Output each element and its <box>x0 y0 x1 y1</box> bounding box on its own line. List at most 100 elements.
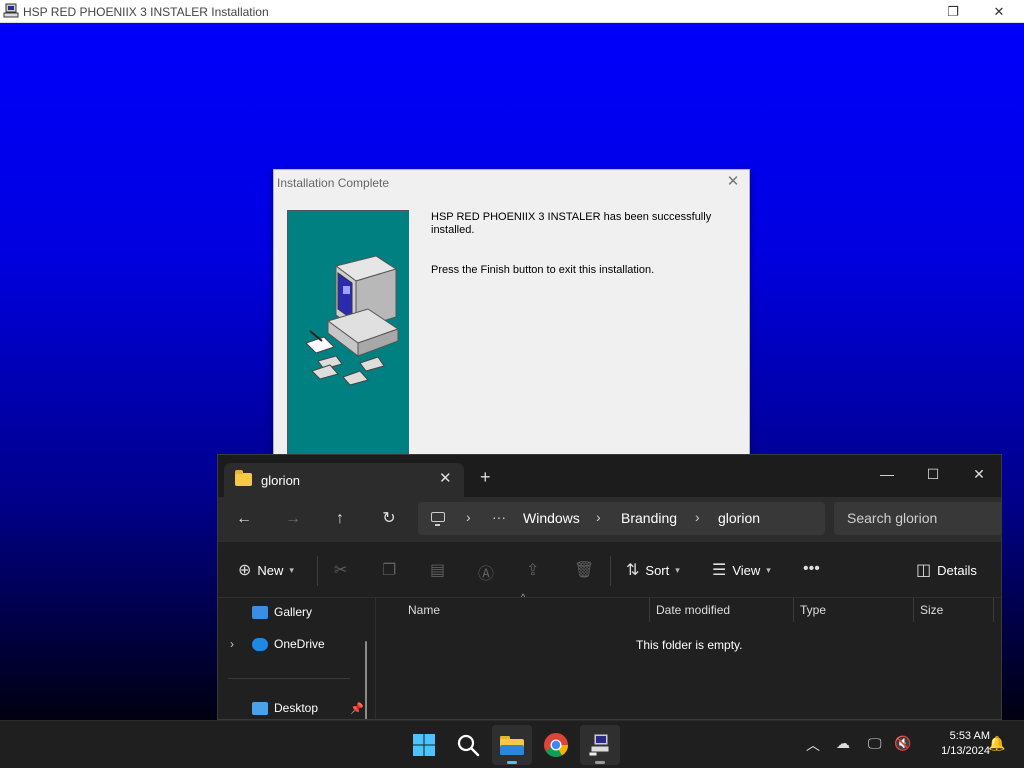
rename-button[interactable]: Ⓐ <box>478 560 494 584</box>
installer-taskbar-button[interactable] <box>580 725 620 765</box>
nav-item-onedrive[interactable]: OneDrive <box>252 637 325 651</box>
dialog-close-button[interactable]: ✕ <box>723 173 743 191</box>
paste-button[interactable]: ▤ <box>430 560 445 580</box>
column-divider[interactable] <box>793 598 794 622</box>
active-indicator <box>595 761 605 764</box>
address-bar[interactable]: › ··· Windows › Branding › glorion <box>418 502 825 535</box>
more-options-button[interactable]: ••• <box>803 560 820 578</box>
nav-item-desktop[interactable]: Desktop 📌 <box>252 701 364 715</box>
column-size[interactable]: Size <box>920 603 943 617</box>
column-type[interactable]: Type <box>800 603 826 617</box>
refresh-icon[interactable]: ↻ <box>377 507 401 531</box>
search-placeholder: Search glorion <box>847 510 938 526</box>
sort-icon: ⇅ <box>626 562 640 579</box>
nav-scrollbar[interactable] <box>365 641 367 719</box>
notification-bell-icon[interactable]: 🔔 <box>988 735 1005 752</box>
details-button[interactable]: ◫ Details <box>916 560 977 580</box>
breadcrumb-branding[interactable]: Branding <box>621 510 677 526</box>
network-icon[interactable]: 🖵 <box>868 735 882 752</box>
up-arrow-icon[interactable]: ↑ <box>328 507 352 531</box>
this-pc-icon <box>431 512 445 526</box>
nav-label-desktop: Desktop <box>274 701 319 715</box>
file-explorer-icon <box>500 736 524 755</box>
plus-circle-icon: ⊕ <box>238 562 252 579</box>
chevron-down-icon: ▾ <box>675 564 680 575</box>
delete-button[interactable]: 🗑 <box>574 560 594 580</box>
column-name[interactable]: Name <box>408 603 440 617</box>
column-date-modified[interactable]: Date modified <box>656 603 730 617</box>
divider <box>610 556 611 586</box>
start-button[interactable] <box>404 725 444 765</box>
restore-button[interactable]: ❐ <box>930 0 976 23</box>
column-divider[interactable] <box>913 598 914 622</box>
chevron-up-icon[interactable]: ︿ <box>806 735 820 755</box>
onedrive-offline-icon[interactable]: ☁ <box>836 735 850 752</box>
navigation-pane: Gallery › OneDrive Desktop 📌 <box>218 598 376 719</box>
installer-app-icon <box>3 3 19 18</box>
computer-illustration-icon <box>305 255 400 386</box>
trash-icon: 🗑 <box>574 562 595 579</box>
search-input[interactable]: Search glorion <box>834 502 1001 535</box>
pin-icon[interactable]: 📌 <box>350 702 364 715</box>
breadcrumb-windows[interactable]: Windows <box>523 510 580 526</box>
details-pane-icon: ◫ <box>916 562 932 579</box>
sort-label: Sort <box>645 562 670 578</box>
chevron-right-icon[interactable]: › <box>230 637 234 651</box>
ellipsis-icon: ••• <box>803 560 820 577</box>
clock-date: 1/13/2024 <box>941 745 990 757</box>
installer-icon <box>588 733 610 757</box>
maximize-button[interactable]: ☐ <box>910 461 956 487</box>
chevron-down-icon: ▾ <box>766 564 771 575</box>
dialog-title: Installation Complete <box>277 176 390 190</box>
chrome-icon <box>544 733 568 758</box>
volume-muted-icon[interactable]: 🔇 <box>894 735 911 752</box>
column-divider[interactable] <box>649 598 650 622</box>
cloud-icon <box>252 637 268 651</box>
installer-window-title: HSP RED PHOENIIX 3 INSTALER Installation <box>23 5 269 19</box>
search-icon <box>457 734 480 757</box>
clock[interactable]: 5:53 AM 1/13/2024 <box>918 729 990 759</box>
tab-label: glorion <box>261 473 301 488</box>
nav-label-onedrive: OneDrive <box>274 637 325 651</box>
view-list-icon: ☰ <box>712 562 727 579</box>
sort-ascending-icon: ^ <box>521 592 526 602</box>
tab-glorion[interactable]: glorion ✕ <box>224 463 464 497</box>
cut-button[interactable]: ✂ <box>334 560 347 580</box>
explorer-tabbar: glorion ✕ + — ☐ ✕ <box>218 455 1001 497</box>
close-button[interactable]: ✕ <box>976 0 1022 23</box>
view-button[interactable]: ☰ View ▾ <box>712 560 771 580</box>
tab-close-icon[interactable]: ✕ <box>439 469 452 487</box>
start-icon <box>413 734 435 756</box>
copy-icon: ❐ <box>382 562 397 579</box>
column-divider[interactable] <box>993 598 994 622</box>
chevron-right-icon: › <box>466 509 471 525</box>
installer-titlebar: HSP RED PHOENIIX 3 INSTALER Installation… <box>0 0 1024 23</box>
nav-item-gallery[interactable]: Gallery <box>252 605 312 619</box>
more-crumbs-icon[interactable]: ··· <box>492 509 506 525</box>
gallery-icon <box>252 605 268 619</box>
new-label: New <box>257 562 284 578</box>
nav-label-gallery: Gallery <box>274 605 313 619</box>
finish-instruction: Press the Finish button to exit this ins… <box>431 264 655 276</box>
breadcrumb-glorion[interactable]: glorion <box>718 510 760 526</box>
forward-arrow-icon[interactable]: → <box>281 507 305 531</box>
file-explorer-taskbar-button[interactable] <box>492 725 532 765</box>
new-button[interactable]: ⊕ New ▾ <box>238 560 294 580</box>
chrome-taskbar-button[interactable] <box>536 725 576 765</box>
new-tab-button[interactable]: + <box>480 467 491 488</box>
sort-button[interactable]: ⇅ Sort ▾ <box>626 560 680 580</box>
desktop-icon <box>252 701 268 715</box>
explorer-close-button[interactable]: ✕ <box>956 461 1001 487</box>
paste-icon: ▤ <box>430 562 446 579</box>
minimize-button[interactable]: — <box>864 461 910 487</box>
share-icon: ⇪ <box>526 562 540 579</box>
share-button[interactable]: ⇪ <box>526 560 539 580</box>
file-explorer-window: glorion ✕ + — ☐ ✕ ← → ↑ ↻ › ··· Windows … <box>217 454 1002 720</box>
copy-button[interactable]: ❐ <box>382 560 396 580</box>
back-arrow-icon[interactable]: ← <box>232 507 256 531</box>
scissors-icon: ✂ <box>334 562 348 579</box>
active-indicator <box>507 761 517 764</box>
taskbar-search-button[interactable] <box>448 725 488 765</box>
taskbar: ︿ ☁ 🖵 🔇 5:53 AM 1/13/2024 🔔 <box>0 720 1024 768</box>
rename-icon: Ⓐ <box>478 566 495 583</box>
